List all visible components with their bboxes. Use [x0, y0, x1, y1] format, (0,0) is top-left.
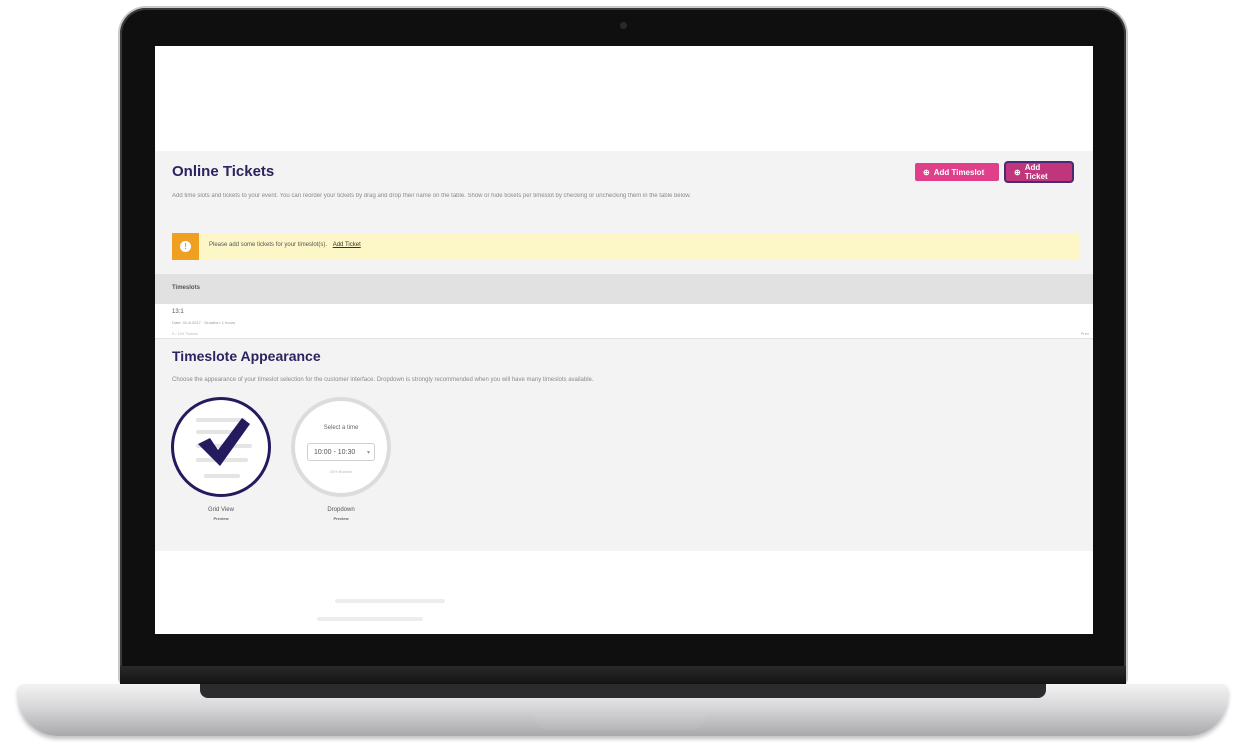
appearance-description: Choose the appearance of your timeslot s…: [172, 377, 594, 383]
add-ticket-link[interactable]: Add Ticket: [333, 242, 361, 248]
timeslot-detail: 0 / 100 Tickets: [172, 331, 198, 336]
time-select: 10:00 - 10:30 ▾: [307, 443, 375, 461]
plus-icon: ⊕: [923, 167, 930, 177]
grid-view-preview-circle[interactable]: [171, 397, 271, 497]
table-row[interactable]: 13:1 Date: 31-8-2017 · Duration: 1 hours…: [155, 304, 1093, 339]
placeholder-line: [204, 474, 240, 478]
warning-icon: !: [172, 233, 199, 260]
dropdown-subtext: 30% Booked: [329, 469, 353, 474]
camera-icon: [620, 22, 627, 29]
grid-view-preview-link[interactable]: Preview: [166, 516, 276, 521]
timeslot-name: 13:1: [172, 309, 184, 315]
add-ticket-label: Add Ticket: [1024, 163, 1048, 181]
timeslot-end-link[interactable]: Prev: [1081, 331, 1089, 336]
page-title: Online Tickets: [172, 163, 275, 180]
online-tickets-panel: Online Tickets ⊕ Add Timeslot ⊕ Add Tick…: [155, 151, 1093, 551]
dropdown-option[interactable]: Select a time 10:00 - 10:30 ▾ 30% Booked…: [286, 397, 396, 521]
dropdown-title: Select a time: [323, 425, 359, 431]
page-description: Add time slots and tickets to your event…: [172, 193, 691, 199]
timeslots-column-header: Timeslots: [172, 285, 200, 291]
timeslot-subtitle: Date: 31-8-2017 · Duration: 1 hours: [172, 320, 236, 325]
appearance-title: Timeslote Appearance: [172, 348, 321, 364]
dropdown-preview-link[interactable]: Preview: [286, 516, 396, 521]
add-ticket-button[interactable]: ⊕ Add Ticket: [1006, 163, 1072, 181]
time-select-value: 10:00 - 10:30: [314, 448, 356, 456]
keyboard-strip: [200, 684, 1046, 698]
add-timeslot-label: Add Timeslot: [933, 167, 985, 177]
dropdown-label: Dropdown: [327, 507, 355, 513]
laptop-screen: Online Tickets ⊕ Add Timeslot ⊕ Add Tick…: [155, 46, 1093, 634]
warning-alert: ! Please add some tickets for your times…: [172, 233, 1080, 260]
timeslots-table-header: Timeslots: [155, 274, 1093, 304]
placeholder-line: [317, 617, 423, 621]
grid-view-label: Grid View: [208, 507, 234, 513]
dropdown-preview-circle[interactable]: Select a time 10:00 - 10:30 ▾ 30% Booked: [291, 397, 391, 497]
laptop-notch: [535, 714, 705, 730]
chevron-down-icon: ▾: [366, 449, 370, 456]
plus-icon: ⊕: [1014, 167, 1021, 177]
laptop-hinge: [120, 666, 1126, 686]
alert-message: Please add some tickets for your timeslo…: [209, 242, 328, 248]
add-timeslot-button[interactable]: ⊕ Add Timeslot: [915, 163, 999, 181]
grid-view-option[interactable]: Grid View Preview: [166, 397, 276, 521]
checkmark-icon: [198, 418, 250, 466]
placeholder-line: [335, 599, 445, 603]
